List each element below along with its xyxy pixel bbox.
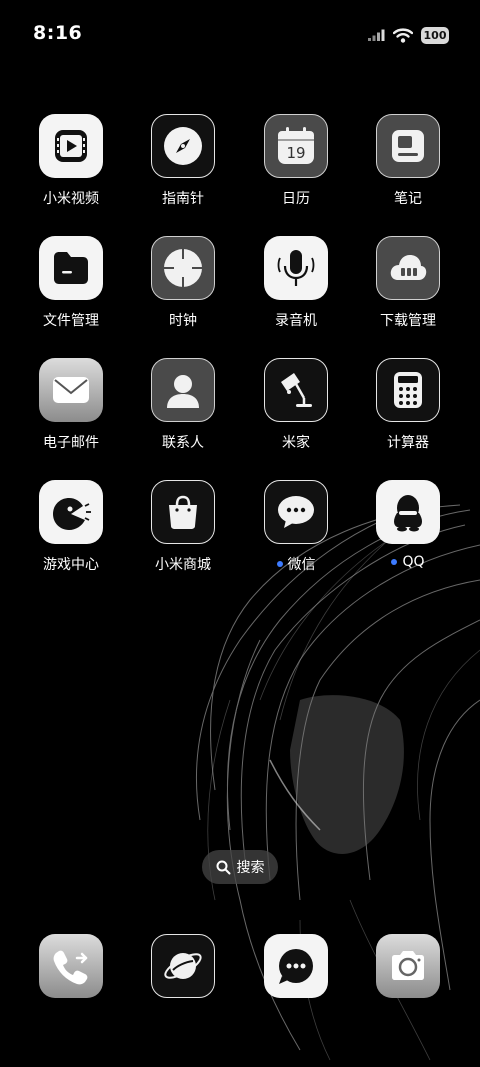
phone-icon	[53, 950, 88, 985]
app-label: 小米商城	[155, 557, 211, 573]
planet-icon	[164, 953, 202, 979]
battery-indicator: 100	[421, 26, 449, 44]
notification-dot	[276, 561, 283, 567]
mail-icon	[53, 377, 89, 403]
lamp-icon	[281, 373, 312, 407]
battery-level: 100	[423, 28, 447, 42]
app-tile[interactable]	[39, 114, 103, 178]
app-label: 文件管理	[43, 313, 99, 329]
calculator-icon	[394, 372, 422, 408]
app-download-manager[interactable]: 下载管理	[352, 236, 464, 330]
app-mi-video[interactable]: 小米视频	[15, 114, 127, 208]
app-compass[interactable]: 指南针	[127, 114, 239, 208]
app-label: 录音机	[275, 313, 317, 329]
app-contacts[interactable]: 联系人	[127, 358, 239, 452]
app-tile[interactable]	[151, 934, 215, 998]
dock-messages[interactable]	[240, 934, 352, 998]
app-tile[interactable]	[151, 114, 215, 178]
app-tile[interactable]	[264, 480, 328, 544]
contact-icon	[167, 375, 199, 408]
search-icon	[216, 860, 230, 874]
dock-phone[interactable]	[15, 934, 127, 998]
app-tile[interactable]	[151, 480, 215, 544]
app-tile[interactable]: 19	[264, 114, 328, 178]
microphone-icon	[277, 250, 315, 286]
penguin-icon	[394, 495, 422, 532]
search-label: 搜索	[236, 860, 265, 876]
app-tile[interactable]	[39, 480, 103, 544]
calendar-day: 19	[286, 144, 305, 162]
camera-icon	[392, 951, 424, 980]
app-clock[interactable]: 时钟	[127, 236, 239, 330]
app-label: 微信	[287, 557, 316, 573]
app-label: 计算器	[387, 435, 429, 451]
app-calendar[interactable]: 19 日历	[240, 114, 352, 208]
dock-browser[interactable]	[127, 934, 239, 998]
app-recorder[interactable]: 录音机	[240, 236, 352, 330]
video-icon	[55, 130, 87, 162]
wifi-icon	[393, 27, 413, 43]
clock-icon	[164, 249, 202, 287]
app-tile[interactable]	[376, 934, 440, 998]
app-tile[interactable]	[376, 480, 440, 544]
app-label: 指南针	[162, 191, 204, 207]
status-time: 8:16	[33, 22, 83, 44]
app-email[interactable]: 电子邮件	[15, 358, 127, 452]
app-game-center[interactable]: 游戏中心	[15, 480, 127, 574]
search-button[interactable]: 搜索	[202, 850, 278, 884]
calendar-icon: 19	[278, 127, 314, 164]
app-tile[interactable]	[264, 358, 328, 422]
app-tile[interactable]	[39, 236, 103, 300]
message-icon	[279, 949, 313, 984]
app-label: 下载管理	[380, 313, 436, 329]
app-mi-home[interactable]: 米家	[240, 358, 352, 452]
signal-icon	[368, 29, 385, 41]
app-label: QQ	[402, 554, 425, 570]
chat-bubble-icon	[278, 496, 314, 528]
compass-icon	[164, 127, 202, 165]
app-tile[interactable]	[376, 236, 440, 300]
app-label: 小米视频	[43, 191, 99, 207]
status-bar: 8:16 100	[0, 0, 480, 70]
app-label: 游戏中心	[43, 557, 99, 573]
app-label: 笔记	[394, 191, 422, 207]
folder-icon	[54, 252, 88, 284]
app-label: 电子邮件	[43, 435, 99, 451]
app-mi-store[interactable]: 小米商城	[127, 480, 239, 574]
notification-dot	[391, 559, 398, 565]
notes-icon	[392, 130, 424, 162]
app-label: 日历	[282, 191, 310, 207]
app-tile[interactable]	[376, 114, 440, 178]
app-label: 联系人	[162, 435, 204, 451]
app-label: 时钟	[169, 313, 197, 329]
app-wechat[interactable]: 微信	[240, 480, 352, 574]
app-qq[interactable]: QQ	[352, 480, 464, 570]
app-tile[interactable]	[39, 358, 103, 422]
app-tile[interactable]	[264, 236, 328, 300]
app-label: 米家	[282, 435, 310, 451]
app-calculator[interactable]: 计算器	[352, 358, 464, 452]
app-tile[interactable]	[151, 358, 215, 422]
cloud-download-icon	[390, 255, 427, 280]
dock-camera[interactable]	[352, 934, 464, 998]
app-notes[interactable]: 笔记	[352, 114, 464, 208]
app-tile[interactable]	[264, 934, 328, 998]
app-file-manager[interactable]: 文件管理	[15, 236, 127, 330]
shopping-bag-icon	[169, 495, 197, 529]
app-tile[interactable]	[151, 236, 215, 300]
game-center-icon	[53, 498, 91, 530]
app-tile[interactable]	[39, 934, 103, 998]
app-tile[interactable]	[376, 358, 440, 422]
status-icons: 100	[368, 25, 449, 45]
